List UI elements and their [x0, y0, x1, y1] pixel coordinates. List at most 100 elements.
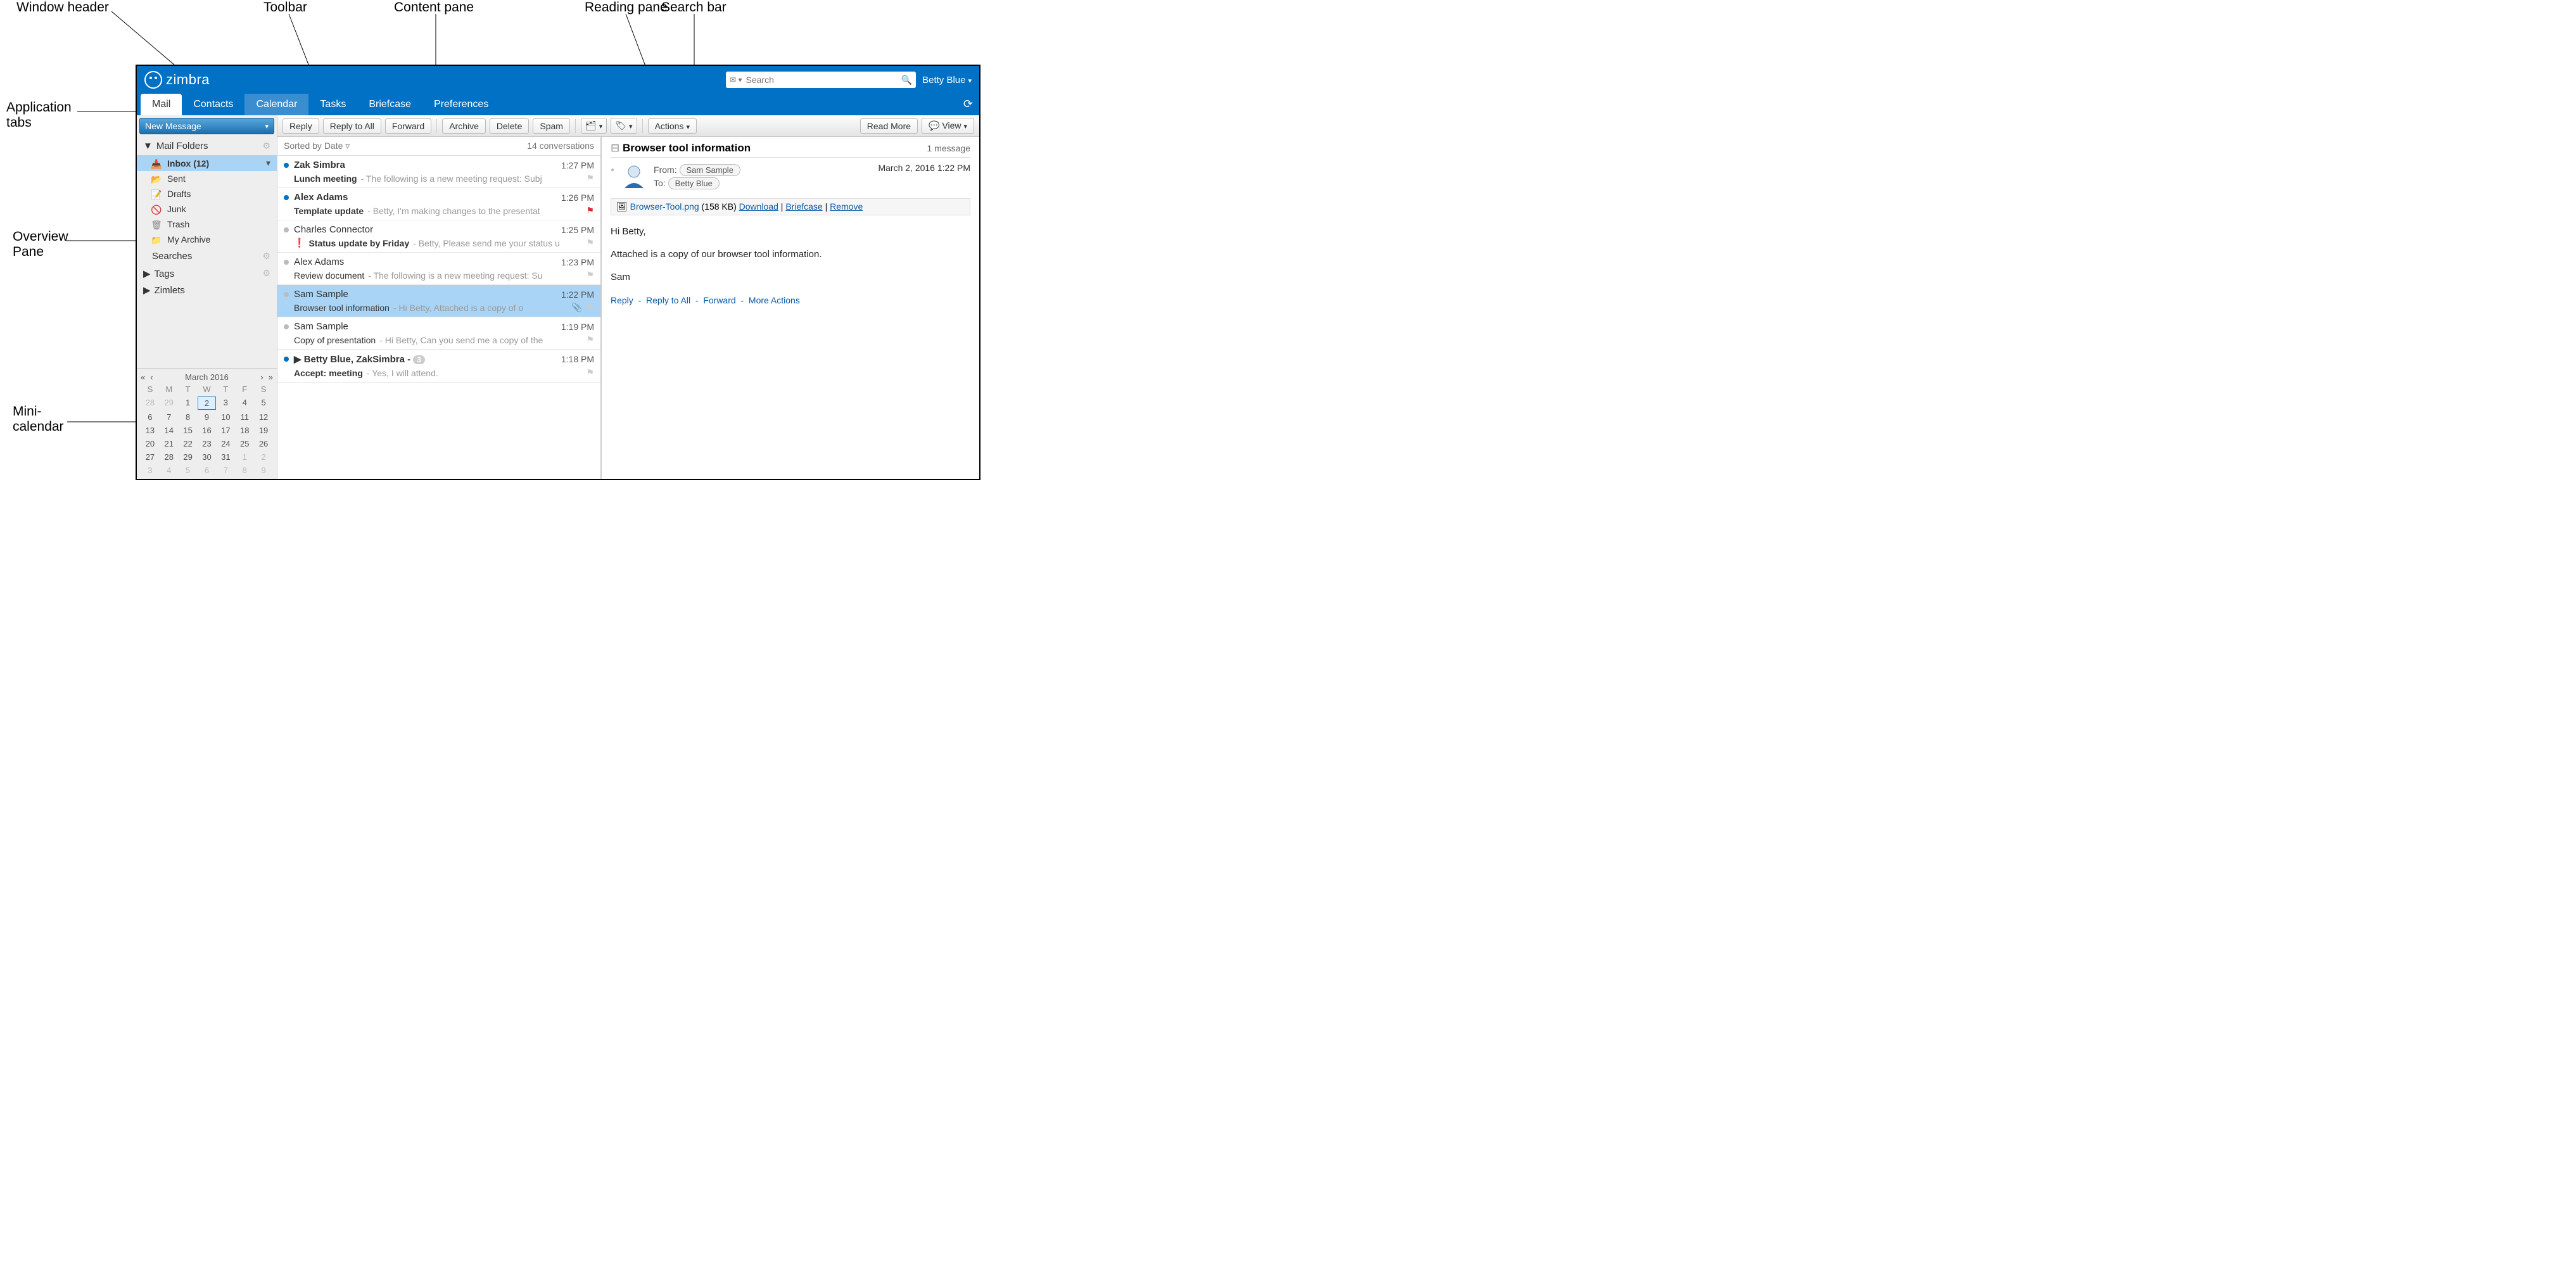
new-message-button[interactable]: New Message: [139, 118, 274, 134]
cal-day[interactable]: 17: [216, 424, 235, 436]
cal-day[interactable]: 5: [254, 396, 273, 410]
cal-day[interactable]: 29: [179, 451, 198, 463]
sort-by[interactable]: Sorted by Date ▿: [284, 141, 350, 151]
to-pill[interactable]: Betty Blue: [668, 177, 720, 189]
folder-item[interactable]: 🚫Junk: [137, 201, 277, 217]
cal-day[interactable]: 3: [216, 396, 235, 410]
cal-day[interactable]: 9: [254, 464, 273, 476]
cal-day[interactable]: 4: [235, 396, 254, 410]
reply-all-button[interactable]: Reply to All: [323, 118, 381, 134]
tab-calendar[interactable]: Calendar: [244, 94, 308, 115]
reading-reply[interactable]: Reply: [611, 295, 633, 305]
read-more-button[interactable]: Read More: [860, 118, 918, 134]
cal-day[interactable]: 5: [179, 464, 198, 476]
search-input[interactable]: [746, 75, 901, 85]
message-item[interactable]: Sam Sample1:19 PMCopy of presentation - …: [277, 317, 600, 350]
move-folder-button[interactable]: 🗂: [581, 118, 607, 134]
reading-more[interactable]: More Actions: [749, 295, 800, 305]
cal-day[interactable]: 7: [216, 464, 235, 476]
message-item[interactable]: Sam Sample1:22 PMBrowser tool informatio…: [277, 285, 600, 317]
cal-day[interactable]: 1: [235, 451, 254, 463]
reply-button[interactable]: Reply: [282, 118, 319, 134]
gear-icon[interactable]: ⚙: [262, 251, 270, 262]
search-bar[interactable]: ✉ ▾ 🔍: [726, 72, 916, 88]
cal-day[interactable]: 11: [235, 411, 254, 423]
cal-day[interactable]: 1: [179, 396, 198, 410]
gear-icon[interactable]: ⚙: [262, 268, 270, 279]
folder-item[interactable]: 📂Sent: [137, 171, 277, 186]
download-link[interactable]: Download: [739, 201, 778, 212]
folder-item[interactable]: 📝Drafts: [137, 186, 277, 201]
cal-day[interactable]: 9: [198, 411, 217, 423]
tag-button[interactable]: 🏷: [611, 118, 637, 134]
tab-contacts[interactable]: Contacts: [182, 94, 244, 115]
cal-day[interactable]: 25: [235, 438, 254, 450]
cal-next-year-icon[interactable]: »: [269, 372, 273, 382]
cal-day[interactable]: 12: [254, 411, 273, 423]
mail-scope-icon[interactable]: ✉ ▾: [730, 75, 742, 84]
cal-day[interactable]: 22: [179, 438, 198, 450]
cal-prev-month-icon[interactable]: ‹: [150, 372, 153, 382]
searches-header[interactable]: Searches ⚙: [137, 247, 277, 265]
cal-prev-year-icon[interactable]: «: [141, 372, 145, 382]
view-button[interactable]: 💬 View: [922, 118, 974, 134]
cal-day[interactable]: 31: [216, 451, 235, 463]
folder-item[interactable]: 📁My Archive: [137, 232, 277, 247]
spam-button[interactable]: Spam: [533, 118, 570, 134]
flag-icon[interactable]: ⚑: [586, 302, 594, 313]
cal-day[interactable]: 8: [235, 464, 254, 476]
zimlets-header[interactable]: ▶Zimlets: [137, 282, 277, 298]
cal-day[interactable]: 27: [141, 451, 160, 463]
forward-button[interactable]: Forward: [385, 118, 431, 134]
cal-day[interactable]: 3: [141, 464, 160, 476]
message-item[interactable]: Alex Adams1:23 PMReview document - The f…: [277, 253, 600, 285]
cal-day[interactable]: 29: [160, 396, 179, 410]
gear-icon[interactable]: ⚙: [262, 141, 270, 151]
cal-day[interactable]: 24: [216, 438, 235, 450]
cal-day[interactable]: 14: [160, 424, 179, 436]
cal-day[interactable]: 30: [198, 451, 217, 463]
message-item[interactable]: ▶ Betty Blue, ZakSimbra - 31:18 PMAccept…: [277, 350, 600, 383]
flag-icon[interactable]: ⚑: [586, 238, 594, 248]
tags-header[interactable]: ▶Tags⚙: [137, 265, 277, 282]
briefcase-link[interactable]: Briefcase: [785, 201, 822, 212]
cal-day[interactable]: 18: [235, 424, 254, 436]
folder-item[interactable]: 📥Inbox (12)▾: [137, 155, 277, 171]
cal-day[interactable]: 8: [179, 411, 198, 423]
cal-day[interactable]: 6: [198, 464, 217, 476]
archive-button[interactable]: Archive: [442, 118, 486, 134]
message-item[interactable]: Charles Connector1:25 PM❗ Status update …: [277, 220, 600, 253]
message-item[interactable]: Alex Adams1:26 PMTemplate update - Betty…: [277, 188, 600, 220]
search-icon[interactable]: 🔍: [901, 75, 912, 86]
tab-preferences[interactable]: Preferences: [422, 94, 500, 115]
flag-icon[interactable]: ⚑: [586, 205, 594, 216]
reading-reply-all[interactable]: Reply to All: [646, 295, 690, 305]
cal-day[interactable]: 19: [254, 424, 273, 436]
cal-day[interactable]: 21: [160, 438, 179, 450]
cal-day[interactable]: 4: [160, 464, 179, 476]
cal-day[interactable]: 26: [254, 438, 273, 450]
cal-day[interactable]: 2: [198, 396, 217, 410]
actions-button[interactable]: Actions: [648, 118, 697, 134]
delete-button[interactable]: Delete: [490, 118, 529, 134]
attachment-name[interactable]: Browser-Tool.png: [630, 201, 699, 212]
cal-day[interactable]: 28: [141, 396, 160, 410]
cal-day[interactable]: 28: [160, 451, 179, 463]
cal-day[interactable]: 23: [198, 438, 217, 450]
message-item[interactable]: Zak Simbra1:27 PMLunch meeting - The fol…: [277, 156, 600, 188]
from-pill[interactable]: Sam Sample: [680, 164, 740, 176]
cal-next-month-icon[interactable]: ›: [260, 372, 263, 382]
refresh-icon[interactable]: ⟳: [963, 98, 973, 111]
user-menu[interactable]: Betty Blue: [922, 75, 972, 86]
cal-day[interactable]: 2: [254, 451, 273, 463]
flag-icon[interactable]: ⚑: [586, 367, 594, 378]
tab-mail[interactable]: Mail: [141, 94, 182, 115]
cal-day[interactable]: 20: [141, 438, 160, 450]
folder-item[interactable]: 🗑Trash: [137, 217, 277, 232]
tab-briefcase[interactable]: Briefcase: [357, 94, 422, 115]
flag-icon[interactable]: ⚑: [586, 270, 594, 281]
tab-tasks[interactable]: Tasks: [308, 94, 357, 115]
reading-forward[interactable]: Forward: [703, 295, 735, 305]
cal-day[interactable]: 10: [216, 411, 235, 423]
cal-day[interactable]: 16: [198, 424, 217, 436]
